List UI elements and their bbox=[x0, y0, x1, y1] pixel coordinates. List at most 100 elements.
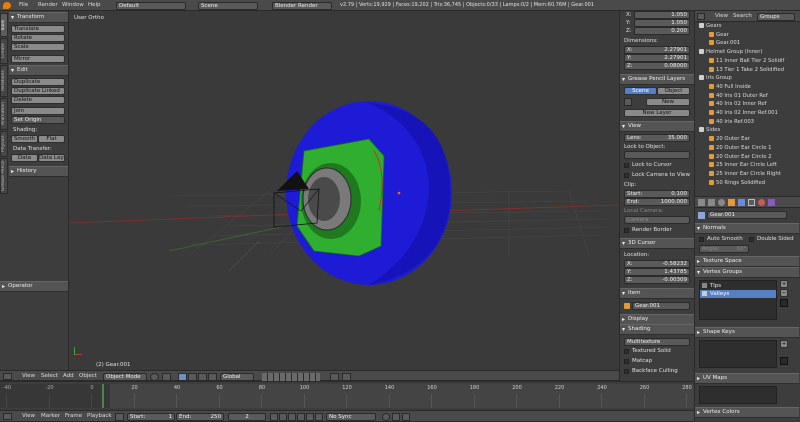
backface-checkbox[interactable] bbox=[624, 369, 629, 374]
tab-create[interactable]: Create bbox=[0, 38, 8, 64]
panel-view[interactable]: View bbox=[620, 121, 694, 132]
material-tab-icon[interactable] bbox=[758, 199, 765, 206]
lock-camera-checkbox[interactable] bbox=[624, 173, 629, 178]
panel-operator[interactable]: Operator bbox=[0, 281, 68, 292]
timeline-ruler[interactable]: -40 -20 0 20 40 60 80 100 120 140 160 180 200 220 240 2… bbox=[0, 384, 694, 408]
menu-select[interactable]: Select bbox=[41, 373, 58, 379]
timeline-editor-icon[interactable] bbox=[3, 413, 12, 420]
world-tab-icon[interactable] bbox=[718, 199, 725, 206]
uv-maps-list[interactable] bbox=[699, 386, 777, 404]
tab-physics[interactable]: Physics bbox=[0, 131, 8, 157]
jump-start-icon[interactable] bbox=[270, 413, 278, 421]
outliner-object-row[interactable]: 13 Tier 1 Take 2 Solidified bbox=[709, 66, 799, 73]
start-frame-field[interactable]: Start: 1 bbox=[127, 413, 175, 421]
outliner-object-row[interactable]: 40 Iris Ref.003 bbox=[709, 118, 799, 125]
vertex-groups-list[interactable]: Tips Valleys bbox=[699, 280, 777, 320]
render-border-checkbox[interactable] bbox=[624, 228, 629, 233]
location-x-field[interactable]: 1.050 bbox=[634, 11, 690, 19]
mesh-name-field[interactable]: Gear.001 bbox=[707, 211, 787, 219]
panel-shading[interactable]: Shading bbox=[620, 324, 694, 335]
next-keyframe-icon[interactable] bbox=[306, 413, 314, 421]
insert-keyframe-icon[interactable] bbox=[402, 413, 410, 421]
shading-mode-icon[interactable] bbox=[150, 373, 159, 381]
outliner-object-row[interactable]: 20 Outer Ear Circle 2 bbox=[709, 153, 799, 160]
current-frame-field[interactable]: 2 bbox=[228, 413, 266, 421]
rotate-manipulator-icon[interactable] bbox=[198, 373, 207, 381]
object-tab-icon[interactable] bbox=[728, 199, 735, 206]
preview-range-icon[interactable] bbox=[115, 413, 124, 421]
mesh-data-tab-icon[interactable] bbox=[748, 199, 755, 206]
smooth-button[interactable]: Smooth bbox=[11, 135, 38, 143]
gp-scene-button[interactable]: Scene bbox=[624, 87, 657, 95]
render-tab-icon[interactable] bbox=[698, 199, 705, 206]
record-icon[interactable] bbox=[382, 413, 390, 421]
jump-end-icon[interactable] bbox=[315, 413, 323, 421]
duplicate-button[interactable]: Duplicate bbox=[11, 78, 65, 86]
vgroup-item-valleys[interactable]: Valleys bbox=[700, 290, 776, 298]
add-shape-key-button[interactable]: + bbox=[780, 340, 788, 348]
shape-key-menu-icon[interactable] bbox=[780, 357, 788, 365]
translate-manipulator-icon[interactable] bbox=[188, 373, 197, 381]
set-origin-select[interactable]: Set Origin bbox=[11, 116, 65, 124]
vgroup-item-tips[interactable]: Tips bbox=[700, 282, 776, 290]
texture-tab-icon[interactable] bbox=[768, 199, 775, 206]
timeline-menu-playback[interactable]: Playback bbox=[87, 413, 112, 419]
clip-start-field[interactable]: Start: 0.100 bbox=[624, 190, 690, 198]
lock-object-field[interactable] bbox=[624, 151, 690, 159]
manipulator-icon[interactable] bbox=[178, 373, 187, 381]
tab-animation[interactable]: Animation bbox=[0, 98, 8, 130]
scale-button[interactable]: Scale bbox=[11, 43, 65, 51]
item-name-field[interactable]: Gear.001 bbox=[632, 302, 690, 310]
pivot-icon[interactable] bbox=[162, 373, 171, 381]
outliner-tab-view[interactable]: View bbox=[715, 13, 728, 19]
3d-viewport[interactable]: User Ortho (2) Gear.001 bbox=[69, 11, 619, 370]
gp-object-button[interactable]: Object bbox=[657, 87, 690, 95]
outliner-object-row[interactable]: 25 Inner Ear Circle Right bbox=[709, 170, 799, 177]
data-layo-button[interactable]: Data Layo bbox=[38, 154, 65, 162]
lens-field[interactable]: Lens: 35.000 bbox=[624, 134, 690, 142]
translate-button[interactable]: Translate bbox=[11, 25, 65, 33]
outliner-group-row[interactable]: Sides bbox=[699, 127, 799, 133]
panel-vertex-groups[interactable]: Vertex Groups bbox=[695, 267, 799, 278]
tab-grease-pencil[interactable]: Grease Pencil bbox=[0, 158, 8, 194]
remove-vgroup-button[interactable]: − bbox=[780, 289, 788, 297]
outliner-object-row[interactable]: 25 Inner Ear Circle Left bbox=[709, 162, 799, 168]
outliner-object-row[interactable]: 20 Outer Ear bbox=[709, 136, 799, 142]
outliner-object-row[interactable]: Gear.001 bbox=[709, 40, 799, 46]
rotate-button[interactable]: Rotate bbox=[11, 34, 65, 42]
mirror-button[interactable]: Mirror bbox=[11, 55, 65, 63]
play-reverse-icon[interactable] bbox=[288, 413, 296, 421]
modifier-tab-icon[interactable] bbox=[738, 199, 745, 206]
outliner-group-row[interactable]: Gears bbox=[699, 23, 799, 29]
flat-button[interactable]: Flat bbox=[38, 135, 65, 143]
outliner-object-row[interactable]: 11 Inner Ball Tier 2 Solidif bbox=[709, 57, 799, 64]
play-icon[interactable] bbox=[297, 413, 305, 421]
menu-view[interactable]: View bbox=[22, 373, 35, 379]
lock-to-cursor-checkbox[interactable] bbox=[624, 163, 629, 168]
menu-file[interactable]: File bbox=[19, 2, 28, 8]
panel-item[interactable]: Item bbox=[620, 288, 694, 299]
clip-end-field[interactable]: End: 1000.000 bbox=[624, 198, 690, 206]
scale-manipulator-icon[interactable] bbox=[208, 373, 217, 381]
mode-select[interactable]: Object Mode bbox=[103, 373, 147, 381]
scene-tab-icon[interactable] bbox=[708, 199, 715, 206]
matcap-checkbox[interactable] bbox=[624, 359, 629, 364]
panel-transform[interactable]: Transform bbox=[9, 12, 68, 23]
dimension-z-field[interactable]: Z: 0.08000 bbox=[624, 62, 690, 70]
panel-edit[interactable]: Edit bbox=[9, 65, 68, 76]
outliner-object-row[interactable]: 40 Iris 01 Outer Ref bbox=[709, 92, 799, 99]
delete-button[interactable]: Delete bbox=[11, 96, 65, 104]
panel-grease-pencil-layers[interactable]: Grease Pencil Layers bbox=[620, 74, 694, 85]
join-button[interactable]: Join bbox=[11, 107, 65, 115]
double-sided-checkbox[interactable] bbox=[749, 237, 754, 242]
timeline-menu-view[interactable]: View bbox=[22, 413, 35, 419]
menu-add[interactable]: Add bbox=[63, 373, 74, 379]
editor-type-icon[interactable] bbox=[3, 373, 12, 380]
panel-normals[interactable]: Normals bbox=[695, 223, 799, 234]
location-y-field[interactable]: 1.050 bbox=[634, 19, 690, 27]
layers-grid[interactable] bbox=[262, 373, 320, 381]
blender-logo-icon[interactable] bbox=[3, 2, 11, 9]
panel-shape-keys[interactable]: Shape Keys bbox=[695, 327, 799, 338]
location-z-field[interactable]: 0.200 bbox=[634, 27, 690, 35]
render-engine-select[interactable]: Blender Render bbox=[272, 2, 332, 10]
